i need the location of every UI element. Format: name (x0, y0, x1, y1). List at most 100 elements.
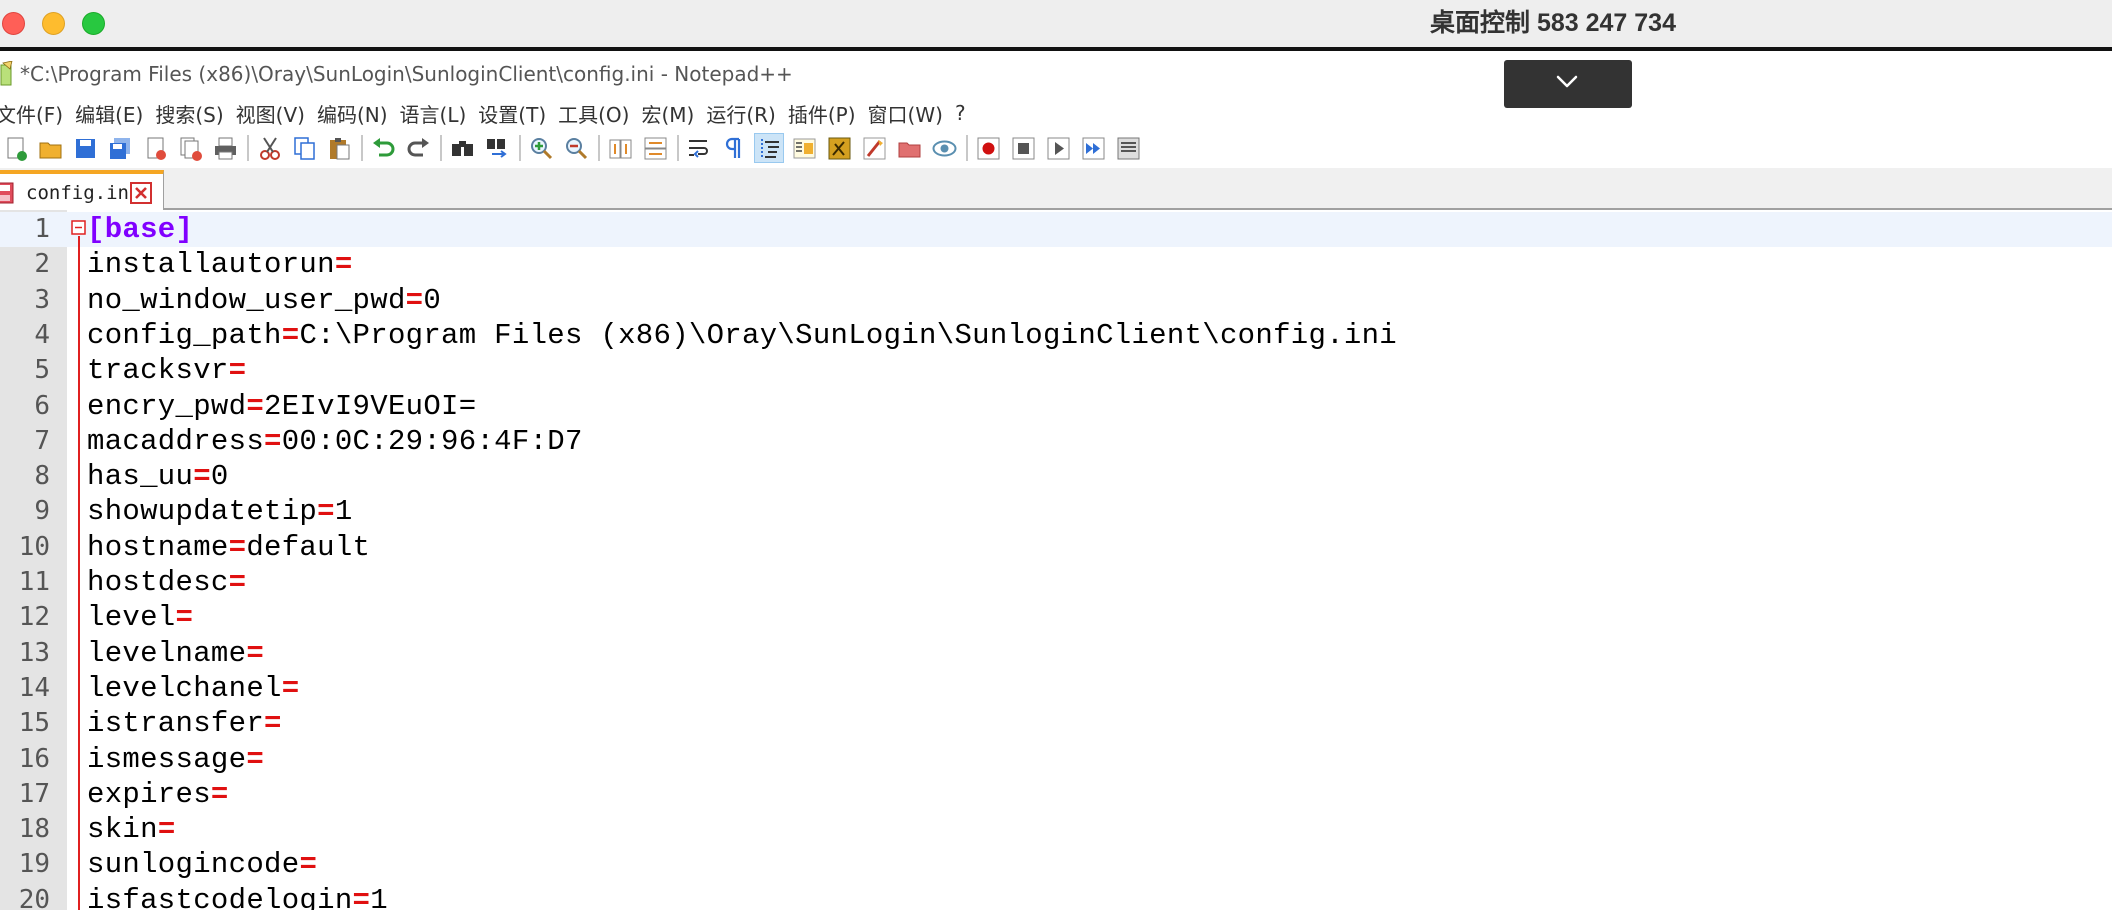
editor-line[interactable]: 18 skin= (0, 812, 2112, 847)
line-number: 11 (18, 567, 50, 597)
menu-item[interactable]: 编码(N) (317, 99, 388, 128)
copy-button[interactable] (289, 133, 319, 163)
open-file-button[interactable] (35, 133, 65, 163)
editor-line[interactable]: 9 showupdatetip=1 (0, 494, 2112, 529)
close-window-button[interactable] (2, 12, 25, 35)
new-file-button[interactable] (0, 133, 30, 163)
zoom-in-icon (530, 137, 552, 159)
find-button[interactable] (447, 133, 477, 163)
menu-bar: 文件(F) 编辑(E) 搜索(S) 视图(V) 编码(N) 语言(L) 设置(T) 工具(O)… (0, 98, 2112, 128)
code-text: encry_pwd=2EIvI9VEuOI= (87, 389, 476, 424)
menu-item[interactable]: 视图(V) (236, 99, 305, 128)
word-wrap-button[interactable] (684, 133, 714, 163)
notepad-title-bar: *C:\Program Files (x86)\Oray\SunLogin\Su… (0, 55, 2112, 95)
zoom-out-button[interactable] (561, 133, 591, 163)
menu-item[interactable]: 宏(M) (641, 99, 694, 128)
ini-value: 1 (334, 495, 353, 529)
replace-button[interactable] (482, 133, 512, 163)
menu-item[interactable]: 编辑(E) (75, 99, 143, 128)
save-macro-icon (1117, 137, 1139, 159)
redo-button[interactable] (403, 133, 433, 163)
code-text: config_path=C:\Program Files (x86)\Oray\… (87, 318, 1397, 353)
editor-line[interactable]: 5 tracksvr= (0, 353, 2112, 388)
sync-vertical-button[interactable] (605, 133, 635, 163)
editor-line[interactable]: 15 istransfer= (0, 706, 2112, 741)
menu-item[interactable]: ? (955, 101, 966, 125)
redo-icon (407, 137, 429, 156)
editor-line[interactable]: 6 encry_pwd=2EIvI9VEuOI= (0, 389, 2112, 424)
ini-key: istransfer (87, 707, 265, 741)
undo-button[interactable] (368, 133, 398, 163)
stop-macro-icon (1012, 137, 1034, 159)
code-text: levelchanel= (87, 671, 299, 706)
record-macro-button[interactable] (973, 133, 1003, 163)
tab-config-ini[interactable]: config.ini (0, 170, 164, 210)
print-button[interactable] (210, 133, 240, 163)
editor-line[interactable]: 2 installautorun= (0, 247, 2112, 282)
zoom-in-button[interactable] (526, 133, 556, 163)
menu-item[interactable]: 设置(T) (478, 99, 546, 128)
monitor-button[interactable] (929, 133, 959, 163)
folder-workspace-button[interactable] (859, 133, 889, 163)
run-macro-multiple-button[interactable] (1078, 133, 1108, 163)
menu-item[interactable]: 文件(F) (0, 99, 63, 128)
editor-line[interactable]: 20 isfastcodelogin=1 (0, 883, 2112, 910)
close-button[interactable] (140, 133, 170, 163)
show-all-chars-button[interactable] (719, 133, 749, 163)
line-number: 8 (34, 461, 50, 492)
stop-macro-button[interactable] (1008, 133, 1038, 163)
save-macro-button[interactable] (1113, 133, 1143, 163)
sync-horizontal-icon (644, 137, 666, 159)
ini-equals: = (299, 848, 318, 882)
editor-line[interactable]: 7 macaddress=00:0C:29:96:4F:D7 (0, 424, 2112, 459)
ini-equals: = (281, 671, 300, 705)
paste-icon (329, 137, 349, 159)
maximize-window-button[interactable] (82, 12, 105, 35)
sync-horizontal-button[interactable] (640, 133, 670, 163)
editor-area[interactable]: 1 [base] 2 installautorun= 3 no_window_user_p… (0, 210, 2112, 910)
editor-line[interactable]: 1 [base] (0, 212, 2112, 248)
editor-line[interactable]: 8 has_uu=0 (0, 459, 2112, 494)
play-macro-button[interactable] (1043, 133, 1073, 163)
editor-line[interactable]: 14 levelchanel= (0, 671, 2112, 706)
code-text: has_uu=0 (87, 459, 229, 494)
ini-value: C:\Program Files (x86)\Oray\SunLogin\Sun… (299, 318, 1398, 352)
menu-item[interactable]: 窗口(W) (868, 99, 943, 128)
indent-guide-button[interactable] (754, 133, 784, 163)
toolbar-separator (440, 135, 442, 161)
ini-value: 00:0C:29:96:4F:D7 (281, 424, 583, 458)
menu-item[interactable]: 搜索(S) (155, 99, 223, 128)
save-button[interactable] (70, 133, 100, 163)
menu-item[interactable]: 插件(P) (788, 99, 856, 128)
save-all-button[interactable] (105, 133, 135, 163)
folder-button[interactable] (894, 133, 924, 163)
minimize-window-button[interactable] (42, 12, 65, 35)
close-all-icon (180, 137, 202, 161)
paste-button[interactable] (324, 133, 354, 163)
doc-map-button[interactable] (789, 133, 819, 163)
menu-item[interactable]: 工具(O) (558, 99, 629, 128)
menu-item[interactable]: 运行(R) (706, 99, 776, 128)
window-title: *C:\Program Files (x86)\Oray\SunLogin\Su… (20, 62, 793, 86)
editor-line[interactable]: 3 no_window_user_pwd=0 (0, 283, 2112, 318)
menu-item[interactable]: 语言(L) (400, 99, 467, 128)
editor-line[interactable]: 12 level= (0, 600, 2112, 635)
editor-line[interactable]: 19 sunlogincode= (0, 847, 2112, 882)
editor-line[interactable]: 17 expires= (0, 777, 2112, 812)
ini-equals: = (405, 283, 424, 317)
editor-line[interactable]: 4 config_path=C:\Program Files (x86)\Oray… (0, 318, 2112, 353)
fold-toggle-icon[interactable] (71, 220, 86, 235)
ini-key: hostname (87, 530, 229, 564)
ini-key: encry_pwd (87, 389, 247, 423)
function-list-button[interactable] (824, 133, 854, 163)
editor-line[interactable]: 16 ismessage= (0, 742, 2112, 777)
editor-line[interactable]: 11 hostdesc= (0, 565, 2112, 600)
doc-map-icon (793, 138, 815, 158)
editor-line[interactable]: 10 hostname=default (0, 530, 2112, 565)
editor-line[interactable]: 13 levelname= (0, 636, 2112, 671)
close-all-button[interactable] (175, 133, 205, 163)
ini-key: macaddress (87, 424, 265, 458)
code-text: tracksvr= (87, 353, 246, 388)
close-tab-icon[interactable] (130, 182, 152, 204)
cut-button[interactable] (254, 133, 284, 163)
